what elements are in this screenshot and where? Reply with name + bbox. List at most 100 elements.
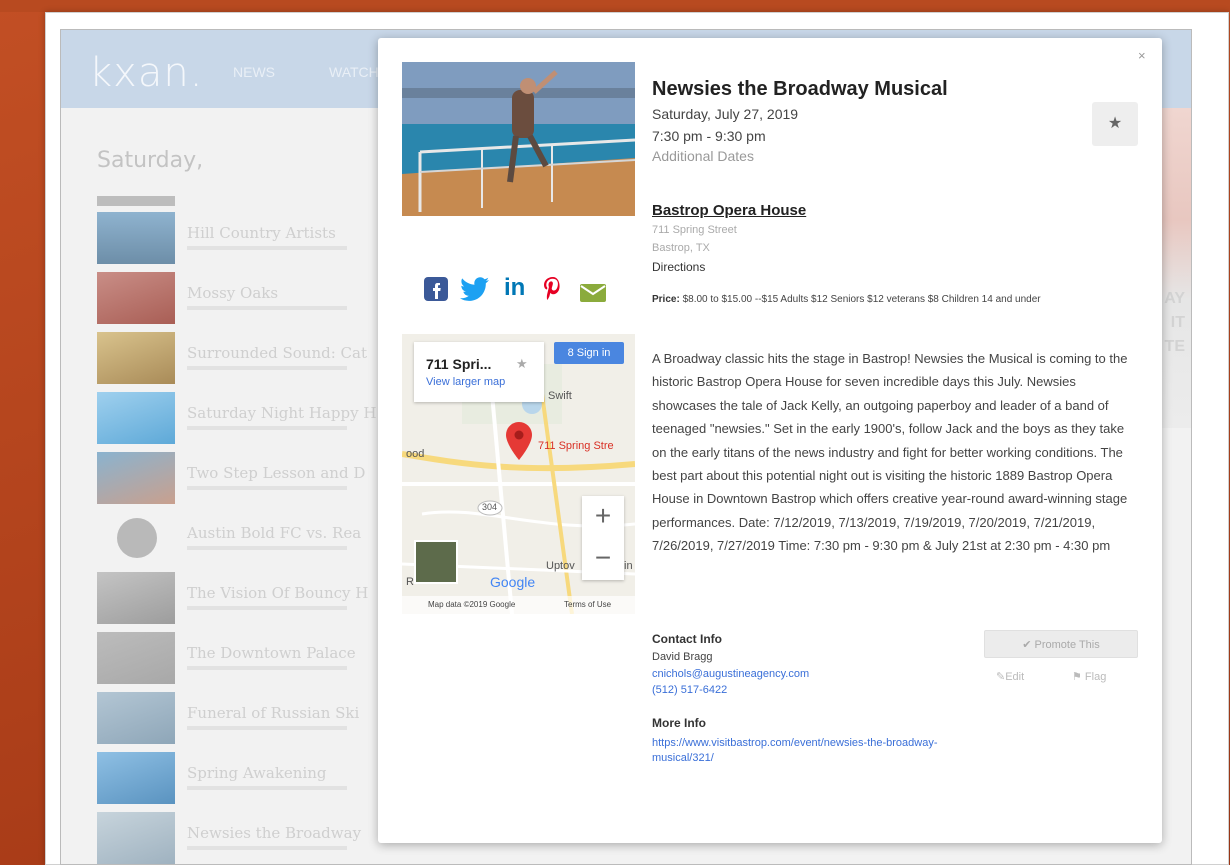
- edit-button[interactable]: ✎Edit: [996, 670, 1024, 683]
- event-thumbnail: [97, 212, 175, 264]
- list-item[interactable]: Funeral of Russian Ski: [97, 692, 397, 744]
- event-subtitle: [187, 666, 347, 670]
- event-subtitle: [187, 546, 347, 550]
- directions-link[interactable]: Directions: [652, 260, 705, 274]
- list-item[interactable]: Surrounded Sound: Cat: [97, 332, 397, 384]
- event-title: Saturday Night Happy H: [187, 404, 377, 422]
- event-thumbnail: [97, 632, 175, 684]
- list-item[interactable]: Newsies the Broadway: [97, 812, 397, 864]
- close-icon[interactable]: ×: [1138, 48, 1146, 63]
- more-info-label: More Info: [652, 716, 706, 730]
- event-thumbnail: [97, 572, 175, 624]
- price-text: $8.00 to $15.00 --$15 Adults $12 Seniors…: [682, 294, 1041, 305]
- event-thumbnail: [97, 332, 175, 384]
- event-subtitle: [187, 606, 347, 610]
- flag-button[interactable]: ⚑ Flag: [1072, 670, 1106, 683]
- linkedin-icon[interactable]: in: [504, 274, 525, 301]
- star-icon[interactable]: ★: [516, 356, 528, 372]
- list-item[interactable]: The Downtown Palace: [97, 632, 397, 684]
- list-item[interactable]: Hill Country Artists: [97, 212, 397, 264]
- peek-text: TE: [1164, 338, 1185, 355]
- map-label: ood: [406, 448, 425, 460]
- event-thumbnail: [97, 752, 175, 804]
- event-subtitle: [187, 486, 347, 490]
- additional-dates-link[interactable]: Additional Dates: [652, 148, 754, 164]
- list-item[interactable]: Spring Awakening: [97, 752, 397, 804]
- view-larger-map-link[interactable]: View larger map: [426, 376, 505, 388]
- contact-email-link[interactable]: cnichols@augustineagency.com: [652, 668, 809, 680]
- event-date: Saturday, July 27, 2019: [652, 106, 799, 122]
- event-title: Newsies the Broadway Musical: [652, 78, 948, 100]
- event-title: Austin Bold FC vs. Rea: [187, 524, 362, 542]
- email-icon[interactable]: [580, 280, 606, 306]
- event-subtitle: [187, 846, 347, 850]
- map-pin-icon[interactable]: [506, 422, 532, 460]
- event-title: The Vision Of Bouncy H: [187, 584, 369, 602]
- event-subtitle: [187, 786, 347, 790]
- event-thumbnail: [117, 518, 157, 558]
- twitter-icon[interactable]: [460, 276, 490, 302]
- list-item[interactable]: Austin Bold FC vs. Rea: [97, 512, 397, 564]
- star-icon: ★: [1107, 115, 1123, 132]
- event-title: Newsies the Broadway: [187, 824, 362, 842]
- satellite-toggle[interactable]: [414, 540, 458, 584]
- background-shape-top: [0, 0, 1230, 12]
- venue-map[interactable]: 711 Spri... ★ View larger map 8 Sign in …: [402, 334, 635, 614]
- promote-this-button[interactable]: ✔ Promote This: [984, 630, 1138, 658]
- event-thumbnail: [97, 272, 175, 324]
- nav-item-watch[interactable]: WATCH: [329, 64, 379, 80]
- map-zoom-control: + −: [582, 496, 624, 580]
- background-shape-left: [0, 0, 45, 865]
- contact-phone-link[interactable]: (512) 517-6422: [652, 684, 727, 696]
- event-subtitle: [187, 306, 347, 310]
- event-thumbnail: [97, 812, 175, 864]
- list-item[interactable]: Two Step Lesson and D: [97, 452, 397, 504]
- more-info-link[interactable]: https://www.visitbastrop.com/event/newsi…: [652, 736, 972, 766]
- venue-name-link[interactable]: Bastrop Opera House: [652, 202, 806, 219]
- venue-street: 711 Spring Street: [652, 224, 737, 236]
- map-label: in: [624, 560, 633, 572]
- map-label-address: 711 Spring Stre: [538, 440, 614, 452]
- map-label: Uptov: [546, 560, 575, 572]
- event-title: Hill Country Artists: [187, 224, 336, 242]
- list-item[interactable]: Mossy Oaks: [97, 272, 397, 324]
- background-promo-peek: AY IT TE: [1157, 108, 1191, 428]
- event-title: Two Step Lesson and D: [187, 464, 366, 482]
- price-label: Price:: [652, 294, 680, 305]
- event-thumbnail: [97, 692, 175, 744]
- event-title: Spring Awakening: [187, 764, 327, 782]
- contact-info-label: Contact Info: [652, 632, 722, 646]
- zoom-in-button[interactable]: +: [582, 496, 624, 538]
- favorite-button[interactable]: ★: [1092, 102, 1138, 146]
- event-time: 7:30 pm - 9:30 pm: [652, 128, 766, 144]
- share-bar: in: [424, 274, 624, 306]
- event-photo-illustration: [402, 62, 635, 216]
- nav-item-news[interactable]: NEWS: [233, 64, 275, 80]
- site-logo[interactable]: kxan.: [89, 50, 203, 96]
- map-info-card: 711 Spri... ★ View larger map: [414, 342, 544, 402]
- event-subtitle: [187, 366, 347, 370]
- contact-name: David Bragg: [652, 651, 713, 663]
- map-info-title: 711 Spri...: [426, 356, 492, 372]
- event-photo: [402, 62, 635, 216]
- terms-of-use-link[interactable]: Terms of Use: [564, 600, 611, 609]
- list-item[interactable]: Saturday Night Happy H: [97, 392, 397, 444]
- list-item[interactable]: The Vision Of Bouncy H: [97, 572, 397, 624]
- list-header-bar: [97, 196, 175, 206]
- map-label: 304: [482, 502, 498, 512]
- event-title: Funeral of Russian Ski: [187, 704, 360, 722]
- event-title: The Downtown Palace: [187, 644, 356, 662]
- map-label: Swift: [548, 390, 572, 402]
- map-label: R: [406, 576, 414, 588]
- venue-city: Bastrop, TX: [652, 242, 710, 254]
- event-detail-modal: × in 711 Spri... ★ View larger map 8 Sig…: [378, 38, 1162, 843]
- pinterest-icon[interactable]: [542, 276, 564, 302]
- map-sign-in-button[interactable]: 8 Sign in: [554, 342, 624, 364]
- peek-text: AY: [1164, 290, 1185, 307]
- zoom-out-button[interactable]: −: [582, 538, 624, 580]
- google-logo: Google: [490, 574, 536, 590]
- event-subtitle: [187, 726, 347, 730]
- price-info: Price: $8.00 to $15.00 --$15 Adults $12 …: [652, 292, 1142, 308]
- facebook-icon[interactable]: [424, 276, 448, 302]
- day-title: Saturday,: [97, 148, 204, 173]
